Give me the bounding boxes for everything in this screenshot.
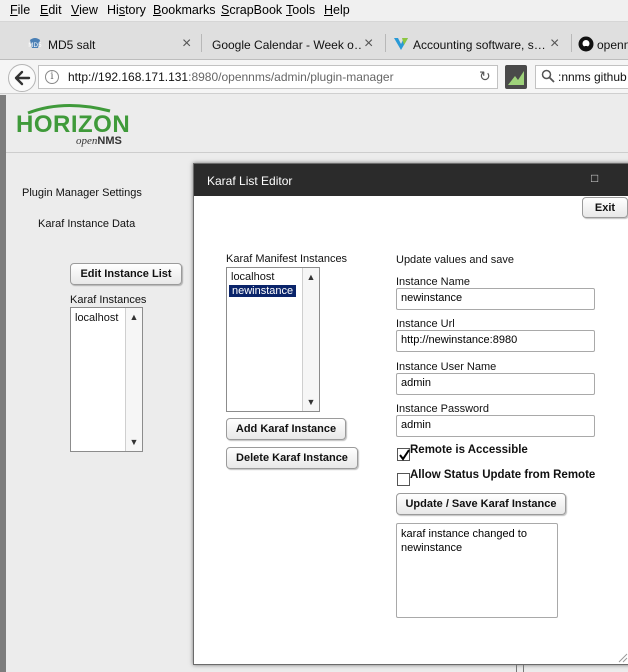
close-tab-icon[interactable]: ×	[182, 35, 191, 53]
background-scrollbar-fragment	[516, 665, 524, 672]
instance-name-field[interactable]: newinstance	[396, 288, 595, 310]
allow-status-update-checkbox[interactable]	[397, 473, 410, 486]
list-item[interactable]: localhost	[231, 271, 274, 283]
dialog-title: Karaf List Editor	[207, 174, 293, 188]
instance-user-name-field[interactable]: admin	[396, 373, 595, 395]
menu-file[interactable]: File	[10, 3, 30, 17]
karaf-manifest-instances-label: Karaf Manifest Instances	[226, 253, 348, 265]
scroll-down-icon[interactable]: ▼	[128, 436, 140, 448]
search-input[interactable]: :nnms github	[558, 70, 627, 84]
menu-edit-label: dit	[48, 3, 62, 17]
tab-divider	[201, 34, 202, 52]
karaf-instance-data-label[interactable]: Karaf Instance Data	[38, 218, 135, 230]
plugin-manager-settings-label[interactable]: Plugin Manager Settings	[22, 187, 142, 199]
search-bar[interactable]: :nnms github	[535, 65, 628, 89]
status-message-textarea[interactable]: karaf instance changed to newinstance	[396, 523, 558, 618]
menu-help-mnemonic: H	[324, 3, 334, 17]
allow-status-update-label: Allow Status Update from Remote	[410, 469, 596, 481]
karaf-manifest-list[interactable]: localhost newinstance ▲ ▼	[226, 267, 320, 412]
github-icon	[578, 36, 594, 55]
menu-bar: File Edit View History Bookmarks ScrapBo…	[0, 0, 628, 22]
menu-file-mnemonic: F	[10, 3, 18, 17]
page-header: HORIZON openNMS	[6, 95, 628, 153]
maximize-icon[interactable]: □	[591, 171, 598, 185]
instance-name-label: Instance Name	[396, 276, 470, 288]
instance-user-name-label: Instance User Name	[396, 361, 497, 373]
menu-view-mnemonic: V	[71, 3, 80, 17]
scroll-up-icon[interactable]: ▲	[128, 311, 140, 323]
tab-favicon-icon: MD5	[27, 36, 43, 55]
url-text: http://192.168.171.131:8980/opennms/admi…	[68, 70, 394, 84]
vertical-scrollbar[interactable]: ▲ ▼	[302, 268, 319, 411]
instance-url-label: Instance Url	[396, 318, 455, 330]
delete-karaf-instance-button[interactable]: Delete Karaf Instance	[226, 447, 358, 469]
back-arrow-icon	[14, 70, 31, 86]
instance-password-field[interactable]: admin	[396, 415, 595, 437]
close-tab-icon[interactable]: ×	[364, 35, 373, 53]
exit-button[interactable]: Exit	[582, 197, 628, 218]
close-tab-icon[interactable]: ×	[550, 35, 559, 53]
vertical-scrollbar[interactable]: ▲ ▼	[125, 308, 142, 451]
menu-history-label: tory	[125, 3, 146, 17]
menu-help[interactable]: Help	[324, 3, 350, 17]
menu-history-pre: Hi	[107, 3, 119, 17]
tab-md5-salt[interactable]: MD5 MD5 salt ×	[22, 28, 200, 60]
add-karaf-instance-button[interactable]: Add Karaf Instance	[226, 418, 346, 440]
list-item-selected[interactable]: newinstance	[229, 285, 297, 297]
instance-url-field[interactable]: http://newinstance:8980	[396, 330, 595, 352]
tab-label: Accounting software, s…	[413, 38, 545, 52]
tab-strip: MD5 MD5 salt × Google Calendar - Week o……	[0, 22, 628, 60]
remote-accessible-checkbox[interactable]	[397, 448, 410, 461]
horizon-logo[interactable]: HORIZON openNMS	[14, 103, 144, 149]
menu-help-label: elp	[333, 3, 350, 17]
menu-scrapbook-label: crapBook	[229, 3, 283, 17]
list-item[interactable]: localhost	[75, 312, 118, 324]
menu-bookmarks-label: ookmarks	[161, 3, 216, 17]
edit-instance-list-button[interactable]: Edit Instance List	[70, 263, 182, 285]
update-save-karaf-instance-button[interactable]: Update / Save Karaf Instance	[396, 493, 566, 515]
url-path: :8980/opennms/admin/plugin-manager	[188, 70, 394, 84]
navigation-bar: i http://192.168.171.131:8980/opennms/ad…	[0, 60, 628, 94]
tab-favicon-icon	[393, 36, 409, 55]
logo-opennms: openNMS	[76, 135, 122, 147]
instance-password-label: Instance Password	[396, 403, 489, 415]
tab-divider	[385, 34, 386, 52]
tab-google-calendar[interactable]: Google Calendar - Week o… ×	[204, 28, 382, 60]
logo-open-text: open	[76, 135, 98, 147]
menu-bookmarks[interactable]: Bookmarks	[153, 3, 216, 17]
menu-file-label: ile	[17, 3, 31, 17]
search-icon	[541, 69, 555, 86]
menu-scrapbook[interactable]: ScrapBook	[221, 3, 282, 17]
resize-grip-icon[interactable]	[616, 651, 628, 663]
menu-history[interactable]: History	[107, 3, 146, 17]
menu-tools[interactable]: Tools	[286, 3, 315, 17]
tab-label: MD5 salt	[48, 38, 96, 52]
logo-nms-text: NMS	[97, 135, 122, 147]
back-button[interactable]	[8, 64, 36, 92]
scroll-down-icon[interactable]: ▼	[305, 396, 317, 408]
extension-icon[interactable]	[505, 65, 527, 89]
update-values-heading: Update values and save	[396, 254, 515, 266]
url-bar[interactable]: i http://192.168.171.131:8980/opennms/ad…	[38, 65, 498, 89]
tab-label: Google Calendar - Week o…	[212, 38, 362, 52]
remote-accessible-label: Remote is Accessible	[410, 444, 528, 456]
dialog-titlebar[interactable]: Karaf List Editor □	[194, 164, 628, 196]
scroll-up-icon[interactable]: ▲	[305, 271, 317, 283]
reload-icon[interactable]: ↻	[479, 68, 491, 85]
karaf-instances-label: Karaf Instances	[70, 294, 147, 306]
url-host: http://192.168.171.131	[68, 70, 189, 84]
tab-github[interactable]: openn	[574, 28, 628, 60]
svg-text:MD5: MD5	[28, 42, 42, 49]
menu-edit[interactable]: Edit	[40, 3, 62, 17]
karaf-instances-list[interactable]: localhost ▲ ▼	[70, 307, 143, 452]
tab-divider	[571, 34, 572, 52]
menu-view-label: iew	[79, 3, 98, 17]
karaf-list-editor-dialog: Karaf List Editor □ Exit Karaf Manifest …	[193, 163, 628, 665]
menu-tools-label: ools	[292, 3, 316, 17]
menu-view[interactable]: View	[71, 3, 98, 17]
tab-label: openn	[597, 38, 628, 52]
tab-accounting-software[interactable]: Accounting software, s… ×	[388, 28, 568, 60]
site-info-icon[interactable]: i	[45, 70, 59, 84]
